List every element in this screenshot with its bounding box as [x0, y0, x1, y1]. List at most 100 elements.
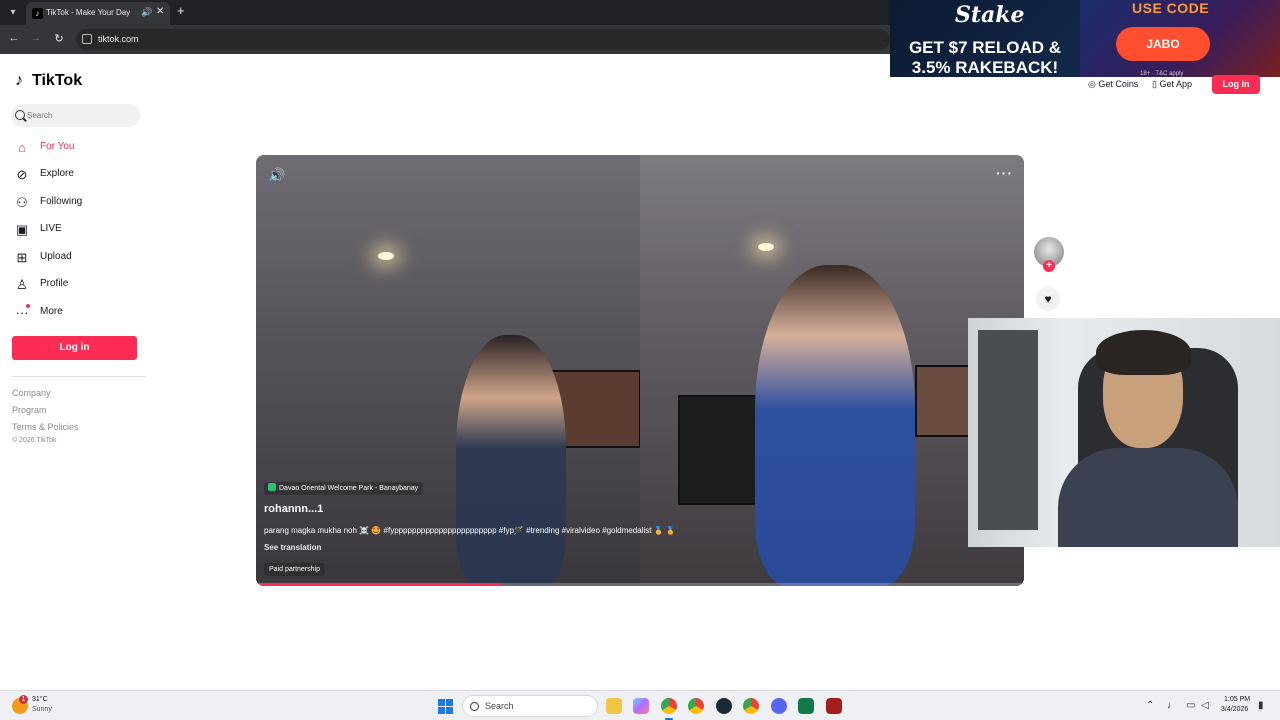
tab-close-icon[interactable]: ✕: [156, 6, 164, 17]
coin-icon: ◎: [1088, 79, 1099, 89]
dota-icon[interactable]: [826, 698, 842, 714]
header-login-button[interactable]: Log in: [1212, 75, 1260, 94]
get-coins-label: Get Coins: [1098, 79, 1139, 89]
nav-item-more[interactable]: ··· More: [13, 303, 143, 323]
nav-item-live[interactable]: ▣ LIVE: [13, 220, 143, 240]
dancer-right: [755, 265, 915, 586]
windows-taskbar: 1 31°C Sunny Search ⌃ ♩ ▭ ◁ 1:05 PM 3/4/…: [0, 690, 1280, 720]
location-label: Davao Oriental Welcome Park - Banaybanay: [279, 485, 419, 492]
tab-title: TikTok - Make Your Day: [46, 8, 131, 17]
notification-bell-icon[interactable]: ▮: [1258, 700, 1264, 711]
video-caption: parang magka mukha noh ☠️ 🤩 #fyppppppppp…: [264, 526, 676, 535]
ad-fine-print: 18+ · T&C apply: [1140, 71, 1184, 77]
new-tab-icon[interactable]: +: [177, 4, 185, 18]
video-left-half: [256, 155, 641, 586]
reload-icon[interactable]: ↻: [52, 32, 66, 45]
file-explorer-icon[interactable]: [606, 698, 622, 714]
webcam-overlay: [968, 318, 1280, 547]
microphone-icon[interactable]: ♩: [1167, 700, 1177, 711]
ceiling-lamp: [378, 252, 394, 260]
sidebar-divider: [12, 376, 146, 377]
forward-icon[interactable]: →: [29, 32, 43, 44]
get-coins-link[interactable]: ◎ Get Coins: [1088, 79, 1138, 90]
windows-start-icon[interactable]: [438, 699, 453, 714]
taskbar-clock-date[interactable]: 3/4/2026: [1221, 706, 1248, 713]
search-box[interactable]: [11, 104, 140, 127]
video-username[interactable]: rohannn...1: [264, 503, 323, 515]
search-icon: [470, 702, 479, 711]
nav-item-profile[interactable]: ♙ Profile: [13, 275, 143, 295]
weather-description[interactable]: Sunny: [32, 706, 52, 713]
weather-temperature[interactable]: 31°C: [32, 696, 48, 703]
footer-copyright: © 2026 TikTok: [12, 437, 57, 444]
taskbar-search[interactable]: Search: [462, 695, 598, 717]
dancer-left: [456, 335, 566, 586]
chrome-icon[interactable]: [661, 698, 677, 714]
nav-label: Following: [40, 196, 83, 207]
weather-alert-badge: 1: [19, 695, 28, 704]
search-icon: [15, 110, 25, 120]
stake-ad-banner[interactable]: Stake GET $7 RELOAD & 3.5% RAKEBACK! USE…: [890, 0, 1280, 77]
tab-search-icon[interactable]: ▾: [6, 6, 20, 20]
video-options-icon[interactable]: ···: [996, 165, 1013, 181]
get-app-label: Get App: [1159, 79, 1192, 89]
ad-brand-logo: Stake: [955, 2, 1025, 28]
webcam-streamer-hair: [1096, 330, 1191, 375]
nav-label: Upload: [40, 251, 72, 262]
sidebar-login-button[interactable]: Log in: [12, 336, 137, 360]
terminal-app-icon[interactable]: [798, 698, 814, 714]
ad-left-panel: Stake GET $7 RELOAD & 3.5% RAKEBACK!: [890, 0, 1080, 77]
nav-item-for-you[interactable]: ⌂ For You: [13, 138, 143, 158]
taskbar-search-label: Search: [485, 701, 514, 711]
live-icon: ▣: [15, 222, 29, 237]
tiktok-wordmark: TikTok: [32, 72, 83, 89]
follow-plus-icon[interactable]: +: [1043, 260, 1055, 272]
ad-code-button[interactable]: JABO: [1116, 27, 1210, 61]
discord-icon[interactable]: [771, 698, 787, 714]
video-right-half: [640, 155, 1024, 586]
paid-partnership-badge: Paid partnership: [264, 563, 325, 576]
footer-terms-link[interactable]: Terms & Policies: [12, 422, 79, 432]
notification-dot: [26, 304, 30, 308]
footer-program-link[interactable]: Program: [12, 405, 47, 415]
back-icon[interactable]: ←: [7, 32, 21, 44]
speaker-icon[interactable]: ◁: [1201, 700, 1209, 711]
tray-chevron-icon[interactable]: ⌃: [1146, 700, 1154, 711]
webcam-fridge: [978, 330, 1038, 530]
heart-icon[interactable]: ♥: [1036, 287, 1060, 311]
footer-company-link[interactable]: Company: [12, 388, 51, 398]
steam-icon[interactable]: [716, 698, 732, 714]
ceiling-lamp: [758, 243, 774, 251]
volume-icon[interactable]: 🔊: [268, 167, 285, 184]
video-progress-fill: [256, 583, 502, 586]
address-url[interactable]: tiktok.com: [98, 34, 139, 44]
see-translation-link[interactable]: See translation: [264, 543, 321, 552]
nav-item-upload[interactable]: ⊞ Upload: [13, 248, 143, 268]
tiktok-favicon-icon: ♪: [32, 8, 43, 19]
home-icon: ⌂: [18, 140, 26, 155]
taskbar-clock-time[interactable]: 1:05 PM: [1224, 696, 1250, 703]
get-app-link[interactable]: ▯ Get App: [1152, 79, 1192, 90]
video-player[interactable]: 🔊 ··· Davao Oriental Welcome Park - Bana…: [256, 155, 1024, 586]
network-icon[interactable]: ▭: [1186, 700, 1195, 711]
following-icon: ⚇: [16, 195, 28, 210]
ad-headline: GET $7 RELOAD & 3.5% RAKEBACK!: [908, 38, 1062, 77]
ad-use-code: USE CODE: [1132, 0, 1210, 16]
chrome-profile-icon[interactable]: [688, 698, 704, 714]
video-progress-bar[interactable]: [256, 583, 1024, 586]
search-input[interactable]: [27, 107, 132, 124]
chrome-alt-icon[interactable]: [743, 698, 759, 714]
ad-right-panel: USE CODE JABO 18+ · T&C apply: [1080, 0, 1280, 77]
address-bar[interactable]: tiktok.com: [76, 29, 890, 50]
nav-item-following[interactable]: ⚇ Following: [13, 193, 143, 213]
location-tag[interactable]: Davao Oriental Welcome Park - Banaybanay: [264, 482, 424, 495]
copilot-icon[interactable]: [633, 698, 649, 714]
browser-tab[interactable]: ♪ TikTok - Make Your Day 🔊 ✕: [26, 2, 170, 25]
site-info-icon[interactable]: [82, 34, 92, 44]
profile-icon: ♙: [16, 277, 28, 292]
tab-audio-icon[interactable]: 🔊: [141, 7, 152, 18]
tiktok-note-icon: ♪: [15, 72, 23, 89]
nav-item-explore[interactable]: ⊘ Explore: [13, 165, 143, 185]
nav-label: For You: [40, 141, 75, 152]
nav-label: LIVE: [40, 223, 62, 234]
